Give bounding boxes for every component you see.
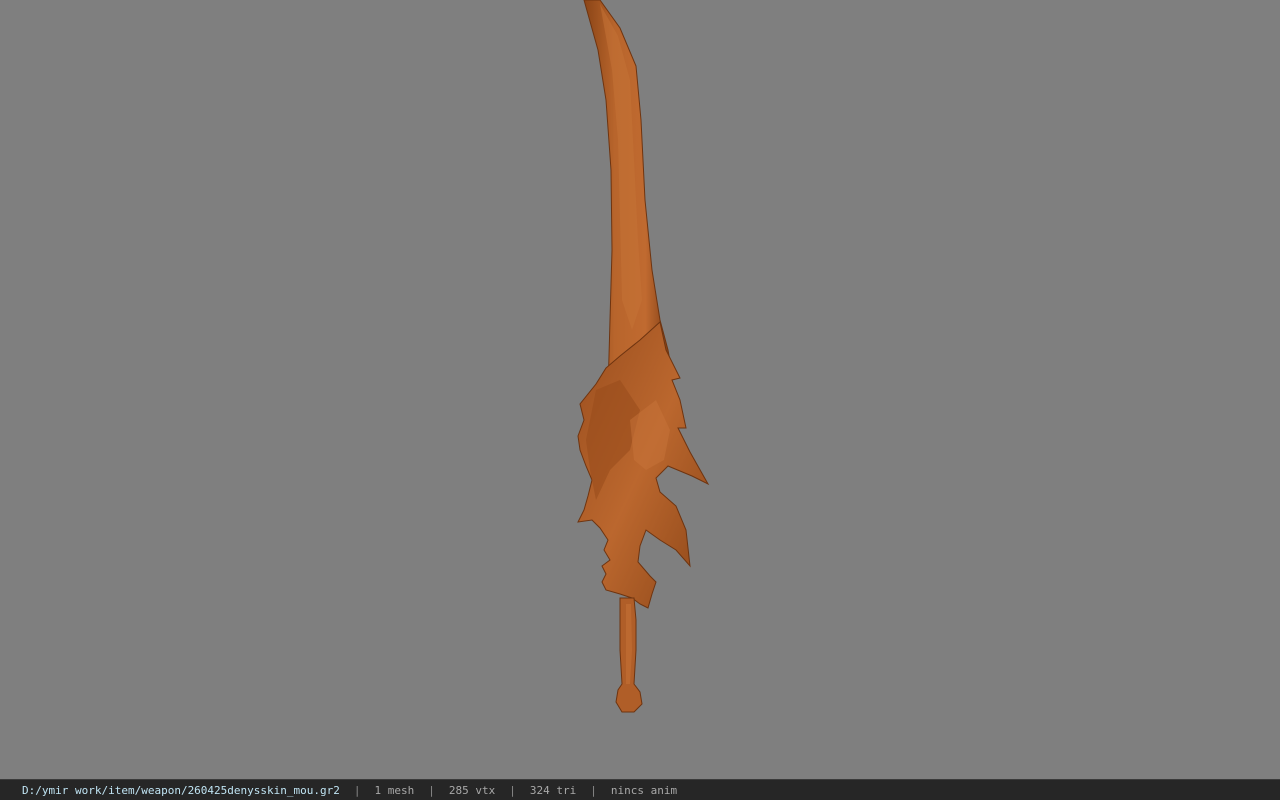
triangle-count: 324 tri — [529, 783, 577, 797]
separator: | — [509, 783, 516, 797]
separator: | — [590, 783, 597, 797]
3d-viewport[interactable] — [0, 0, 1280, 779]
sword-model — [577, 0, 710, 713]
status-bar: D:/ymir work/item/weapon/260425denysskin… — [0, 779, 1280, 800]
vertex-count: 285 vtx — [448, 783, 496, 797]
separator: | — [353, 783, 361, 797]
separator: | — [428, 783, 435, 797]
mesh-count: 1 mesh — [374, 783, 415, 797]
animation-status: nincs anim — [610, 783, 678, 797]
file-path: D:/ymir work/item/weapon/260425denysskin… — [22, 783, 340, 797]
